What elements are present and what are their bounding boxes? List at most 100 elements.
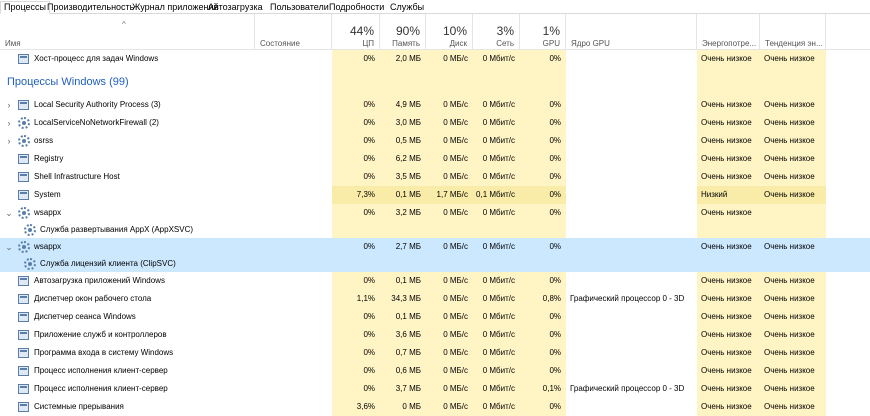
cell-trend: Очень низкое	[760, 132, 826, 150]
process-name-cell: Программа входа в систему Windows	[0, 344, 255, 362]
window-icon	[18, 294, 29, 304]
col-disk[interactable]: 10% Диск	[426, 14, 473, 50]
tab-1[interactable]: Производительность	[43, 1, 138, 14]
table-row[interactable]: Процесс исполнения клиент-сервер 0% 3,7 МБ…	[0, 380, 870, 398]
cell-engine	[566, 238, 697, 256]
table-row[interactable]: Registry 0% 6,2 МБ 0 МБ/с 0 Мбит/с 0% Очень ни…	[0, 150, 870, 168]
table-row[interactable]: Системные прерывания 3,6% 0 МБ 0 МБ/с 0 Мбит…	[0, 398, 870, 416]
cell-power: Очень низкое	[697, 344, 760, 362]
cell-power: Очень низкое	[697, 132, 760, 150]
col-memory[interactable]: 90% Память	[380, 14, 426, 50]
process-name-cell: › Local Security Authority Process (3)	[0, 96, 255, 114]
cell-trend: Очень низкое	[760, 380, 826, 398]
process-name-cell: Диспетчер сеанса Windows	[0, 308, 255, 326]
cell-mem: 6,2 МБ	[380, 150, 426, 168]
window-icon	[18, 172, 29, 182]
cell-power: Очень низкое	[697, 272, 760, 290]
table-row[interactable]: Программа входа в систему Windows 0% 0,7 М…	[0, 344, 870, 362]
cell-gpu: 0%	[520, 114, 566, 132]
cell-trend: Очень низкое	[760, 186, 826, 204]
cell-disk: 0 МБ/с	[426, 326, 473, 344]
tab-4[interactable]: Пользователи	[266, 1, 333, 14]
collapse-chevron-icon[interactable]: ⌄	[4, 204, 14, 222]
cell-mem: 0,7 МБ	[380, 344, 426, 362]
column-header: ^ Имя Состояние 44% ЦП 90% Память 10% Диск …	[0, 14, 870, 50]
cell-gpu: 0%	[520, 204, 566, 222]
cell-cpu: 0%	[332, 96, 380, 114]
table-row[interactable]: Процесс исполнения клиент-сервер 0% 0,6 МБ…	[0, 362, 870, 380]
cell-mem: 3,0 МБ	[380, 114, 426, 132]
cell-cpu: 0%	[332, 132, 380, 150]
cell-net: 0 Мбит/с	[473, 50, 520, 68]
service-item[interactable]: Служба развертывания AppX (AppXSVC)	[0, 222, 870, 238]
process-name: Shell Infrastructure Host	[34, 172, 120, 181]
cell-net: 0 Мбит/с	[473, 344, 520, 362]
cell-disk: 0 МБ/с	[426, 114, 473, 132]
expand-chevron-icon[interactable]: ›	[4, 132, 14, 150]
table-row[interactable]: Приложение служб и контроллеров 0% 3,6 МБ 0…	[0, 326, 870, 344]
process-name: Системные прерывания	[34, 402, 124, 411]
process-name: Автозагрузка приложений Windows	[34, 276, 165, 285]
cell-net: 0 Мбит/с	[473, 326, 520, 344]
cell-disk: 0 МБ/с	[426, 168, 473, 186]
child-fill	[697, 256, 826, 272]
col-cpu[interactable]: 44% ЦП	[332, 14, 380, 50]
expand-chevron-icon[interactable]: ›	[4, 96, 14, 114]
table-row[interactable]: › Local Security Authority Process (3) 0% 4…	[0, 96, 870, 114]
cell-trend	[760, 204, 826, 222]
group-fill	[697, 68, 826, 96]
cell-gpu: 0%	[520, 96, 566, 114]
col-network[interactable]: 3% Сеть	[473, 14, 520, 50]
cell-mem: 2,7 МБ	[380, 238, 426, 256]
process-name-cell: ⌄ wsappx	[0, 238, 255, 256]
cell-disk: 0 МБ/с	[426, 290, 473, 308]
tab-5[interactable]: Подробности	[325, 1, 388, 14]
cell-cpu: 0%	[332, 272, 380, 290]
table-row[interactable]: System 7,3% 0,1 МБ 1,7 МБ/с 0,1 Мбит/с 0% Низк…	[0, 186, 870, 204]
col-name[interactable]: Имя	[0, 14, 255, 50]
table-row[interactable]: ⌄ wsappx 0% 2,7 МБ 0 МБ/с 0 Мбит/с 0% Очень низ…	[0, 238, 870, 256]
cell-gpu: 0%	[520, 238, 566, 256]
tab-6[interactable]: Службы	[386, 1, 428, 14]
group-header[interactable]: Процессы Windows (99)	[0, 68, 870, 96]
gear-icon	[24, 224, 36, 236]
table-row[interactable]: Shell Infrastructure Host 0% 3,5 МБ 0 МБ/с 0…	[0, 168, 870, 186]
cell-gpu: 0%	[520, 326, 566, 344]
tab-3[interactable]: Автозагрузка	[204, 1, 267, 14]
gear-icon	[18, 117, 30, 129]
cell-trend: Очень низкое	[760, 398, 826, 416]
cell-gpu: 0%	[520, 308, 566, 326]
cell-cpu: 0%	[332, 114, 380, 132]
expand-chevron-icon[interactable]: ›	[4, 114, 14, 132]
col-power[interactable]: Энергопотре...	[697, 14, 760, 50]
table-row[interactable]: ⌄ wsappx 0% 3,2 МБ 0 МБ/с 0 Мбит/с 0% Очень низ…	[0, 204, 870, 222]
cell-gpu: 0,1%	[520, 380, 566, 398]
cell-trend: Очень низкое	[760, 238, 826, 256]
table-row[interactable]: Хост-процесс для задач Windows 0% 2,0 МБ 0 …	[0, 50, 870, 68]
cell-cpu: 0%	[332, 168, 380, 186]
cell-trend: Очень низкое	[760, 344, 826, 362]
service-item[interactable]: Служба лицензий клиента (ClipSVC)	[0, 256, 870, 272]
gear-icon	[18, 207, 30, 219]
table-row[interactable]: › LocalServiceNoNetworkFirewall (2) 0% 3,0 …	[0, 114, 870, 132]
cell-mem: 3,2 МБ	[380, 204, 426, 222]
table-row[interactable]: › osrss 0% 0,5 МБ 0 МБ/с 0 Мбит/с 0% Очень низк…	[0, 132, 870, 150]
process-name: Registry	[34, 154, 64, 163]
table-row[interactable]: Автозагрузка приложений Windows 0% 0,1 МБ 0…	[0, 272, 870, 290]
cell-gpu: 0%	[520, 150, 566, 168]
col-status[interactable]: Состояние	[255, 14, 332, 50]
col-gpu[interactable]: 1% GPU	[520, 14, 566, 50]
process-name: Диспетчер окон рабочего стола	[34, 294, 152, 303]
collapse-chevron-icon[interactable]: ⌄	[4, 238, 14, 256]
table-row[interactable]: Диспетчер сеанса Windows 0% 0,1 МБ 0 МБ/с 0 …	[0, 308, 870, 326]
table-row[interactable]: Диспетчер окон рабочего стола 1,1% 34,3 МБ…	[0, 290, 870, 308]
cell-cpu: 0%	[332, 380, 380, 398]
col-gpu-engine[interactable]: Ядро GPU	[566, 14, 697, 50]
process-name-cell: Registry	[0, 150, 255, 168]
cell-cpu: 0%	[332, 238, 380, 256]
cell-trend: Очень низкое	[760, 272, 826, 290]
cell-power: Очень низкое	[697, 362, 760, 380]
cell-net: 0 Мбит/с	[473, 238, 520, 256]
cell-net: 0 Мбит/с	[473, 308, 520, 326]
col-power-trend[interactable]: Тенденция эн...	[760, 14, 826, 50]
